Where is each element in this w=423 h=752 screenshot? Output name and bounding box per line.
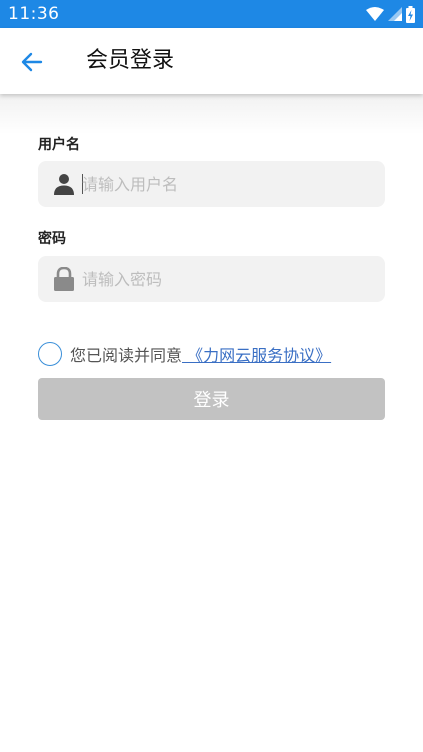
battery-charging-icon [406, 5, 415, 23]
login-button[interactable]: 登录 [38, 378, 385, 420]
agreement-row: 您已阅读并同意 《力网云服务协议》 [38, 340, 331, 368]
page-title: 会员登录 [86, 48, 175, 73]
username-field[interactable] [38, 161, 385, 207]
username-input[interactable] [82, 161, 372, 207]
app-bar: 会员登录 [0, 28, 423, 94]
status-bar: 11:36 [0, 0, 423, 28]
header-shadow [0, 94, 423, 134]
password-input[interactable] [82, 256, 372, 302]
arrow-left-icon [21, 52, 43, 72]
status-icons [366, 5, 415, 23]
user-icon [52, 172, 76, 196]
status-time: 11:36 [8, 4, 60, 24]
password-field[interactable] [38, 256, 385, 302]
agreement-checkbox[interactable] [38, 342, 62, 366]
back-button[interactable] [14, 44, 50, 80]
agreement-link[interactable]: 《力网云服务协议》 [182, 342, 331, 366]
username-label: 用户名 [38, 137, 80, 153]
signal-icon [388, 7, 402, 21]
wifi-icon [366, 7, 384, 21]
agreement-text: 您已阅读并同意 [70, 346, 183, 365]
lock-icon [52, 267, 76, 291]
password-label: 密码 [38, 231, 66, 247]
